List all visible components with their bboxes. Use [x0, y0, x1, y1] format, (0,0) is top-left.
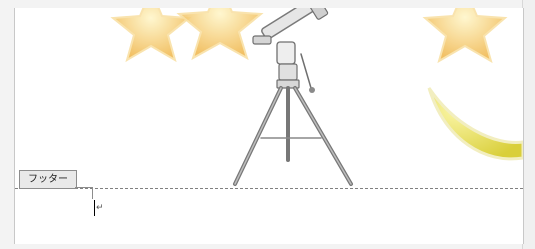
moon-icon — [427, 87, 523, 161]
background-illustration — [110, 8, 523, 186]
star-icon — [422, 8, 508, 64]
star-icon — [110, 8, 192, 63]
document-page[interactable]: フッター ↵ — [14, 8, 524, 244]
footer-tab-connector — [75, 187, 93, 188]
footer-label-tab[interactable]: フッター — [19, 170, 77, 189]
star-icon — [176, 8, 264, 61]
telescope-icon — [233, 8, 353, 186]
text-cursor — [94, 200, 95, 216]
footer-tab-connector-vertical — [92, 187, 93, 199]
paragraph-mark: ↵ — [96, 203, 104, 213]
